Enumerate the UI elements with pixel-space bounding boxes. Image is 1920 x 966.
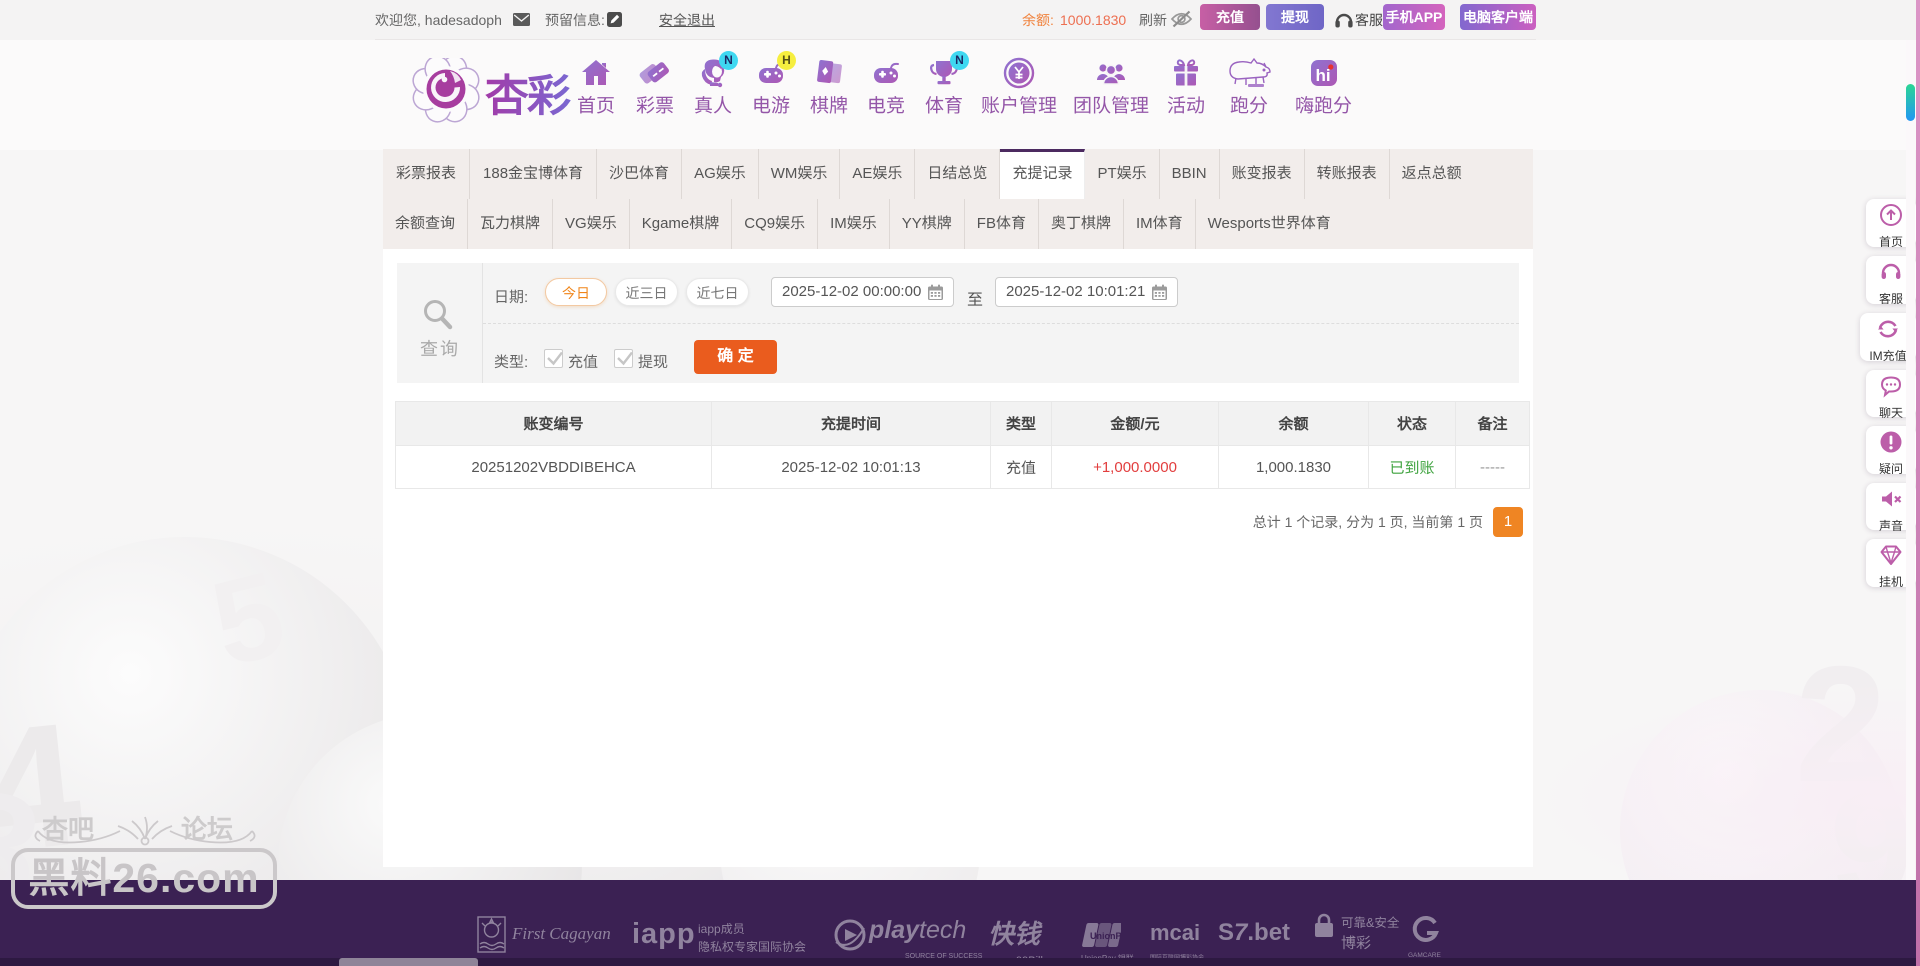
svg-text:UnionPay: UnionPay [1090, 931, 1121, 941]
svg-text:杏彩: 杏彩 [485, 60, 571, 124]
svg-text:hi: hi [1315, 66, 1330, 85]
